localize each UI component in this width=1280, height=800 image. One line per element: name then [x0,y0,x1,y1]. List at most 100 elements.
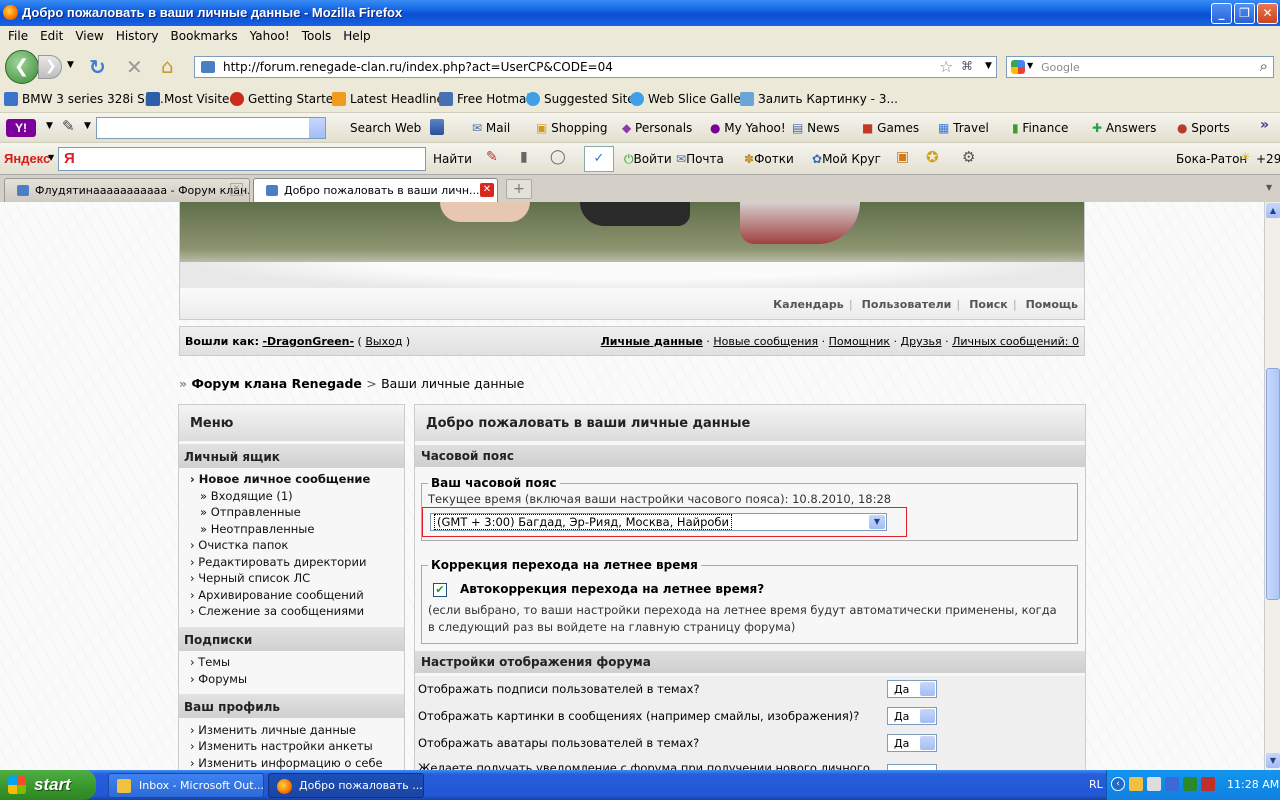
menu-clear-folders[interactable]: › Очистка папок [190,538,288,552]
close-button[interactable]: ✕ [1257,3,1278,24]
yandex-dropdown-icon[interactable]: ▼ [48,153,54,162]
yahoo-answers[interactable]: ✚ Answers [1092,121,1156,135]
yandex-login[interactable]: ⏻Войти [624,152,672,167]
yandex-logo[interactable]: Яндекс [4,151,50,166]
highlighter-icon[interactable]: ✎ [486,149,498,165]
chevron-down-icon[interactable] [920,682,935,696]
nav-help[interactable]: Помощь [1026,298,1078,311]
home-icon[interactable]: ⌂ [161,54,174,78]
bookmark-zalit-kartinku[interactable]: Залить Картинку - 3... [740,92,898,106]
link-assistant[interactable]: Помощник [829,335,890,348]
menu-help[interactable]: Help [343,29,370,43]
bookmark-latest-headlines[interactable]: Latest Headlines [332,92,450,106]
dst-checkbox[interactable]: ✔ [433,583,447,597]
scroll-thumb[interactable] [1266,368,1280,600]
chevron-right-icon[interactable]: » [1260,117,1269,133]
menu-edit-personal[interactable]: › Изменить личные данные [190,723,356,737]
tray-network-icon[interactable] [1147,777,1161,791]
yahoo-finance[interactable]: ▮ Finance [1012,121,1068,135]
username-link[interactable]: -DragonGreen- [262,335,354,348]
nav-calendar[interactable]: Календарь [773,298,844,311]
yahoo-logo-icon[interactable]: Y! [6,119,36,137]
language-indicator[interactable]: RL [1089,778,1103,791]
menu-view[interactable]: View [75,29,103,43]
chevron-down-icon[interactable]: ▼ [869,515,885,529]
history-dropdown-icon[interactable]: ▼ [67,60,74,70]
menu-blacklist[interactable]: › Черный список ЛС [190,571,310,585]
yahoo-news[interactable]: ▤ News [792,121,840,135]
wallet-icon[interactable]: ▣ [896,149,909,165]
yandex-find-button[interactable]: Найти [433,152,472,166]
link-new-posts[interactable]: Новые сообщения [713,335,818,348]
yahoo-mail[interactable]: ✉ Mail [472,121,510,135]
timezone-select[interactable]: (GMT + 3:00) Багдад, Эр-Рияд, Москва, На… [430,513,887,531]
reload-icon[interactable]: ↻ [89,55,106,79]
new-tab-button[interactable]: + [506,179,532,199]
bookmark-star-icon[interactable]: ☆ [939,57,953,76]
yahoo-sports[interactable]: ● Sports [1177,121,1230,135]
yandex-search-input[interactable]: Я [58,147,426,171]
yandex-circle[interactable]: ✿Мой Круг [812,152,881,166]
tab-fludyatina[interactable]: Флудятинааааааааааа - Форум клан... ✕ [4,178,250,202]
menu-yahoo[interactable]: Yahoo! [250,29,290,43]
yahoo-personals[interactable]: ◆ Personals [622,121,692,135]
select-signatures[interactable]: Да [887,680,937,698]
breadcrumb-home[interactable]: Форум клана Renegade [191,376,361,391]
shield-icon[interactable] [430,119,444,135]
bookmark-free-hotmail[interactable]: Free Hotmail [439,92,533,106]
link-personal-data[interactable]: Личные данные [601,335,703,348]
select-avatars[interactable]: Да [887,734,937,752]
start-button[interactable]: start [0,770,96,800]
yahoo-search-web-button[interactable]: Search Web [350,121,421,135]
menu-edit-profile-settings[interactable]: › Изменить настройки анкеты [190,739,373,753]
tab-lichnye-dannye[interactable]: Добро пожаловать в ваши личн... ✕ [253,178,498,202]
logout-link[interactable]: Выход [365,335,402,348]
scroll-up-icon[interactable]: ▲ [1266,203,1280,218]
link-private-messages[interactable]: Личных сообщений: 0 [952,335,1079,348]
nav-search[interactable]: Поиск [969,298,1007,311]
tray-arrow-icon[interactable]: ‹ [1111,777,1125,791]
settings-gear-icon[interactable]: ⚙ [962,148,975,166]
bookmark-getting-started[interactable]: Getting Started [230,92,341,106]
chevron-down-icon[interactable] [920,736,935,750]
url-bar[interactable]: http://forum.renegade-clan.ru/index.php?… [194,56,997,78]
tray-app-icon[interactable] [1201,777,1215,791]
select-images[interactable]: Да [887,707,937,725]
bookmark-suggested-sites[interactable]: Suggested Sites [526,92,641,106]
menu-sent[interactable]: » Отправленные [200,505,301,519]
maximize-button[interactable]: ❐ [1234,3,1255,24]
tab-close-icon[interactable]: ✕ [230,183,243,196]
tray-outlook-icon[interactable] [1129,777,1143,791]
google-icon[interactable] [1011,60,1025,74]
forward-button[interactable]: ❯ [38,55,62,79]
minimize-button[interactable]: _ [1211,3,1232,24]
url-dropdown-icon[interactable]: ▼ [985,61,992,71]
stats-icon[interactable]: ▮ [520,149,528,165]
search-box[interactable]: ▼ Google ⌕ [1006,56,1274,78]
tray-app-icon[interactable] [1165,777,1179,791]
yahoo-games[interactable]: ■ Games [862,121,919,135]
tab-close-icon[interactable]: ✕ [480,183,494,197]
spellcheck-icon[interactable]: ✓ [584,146,614,172]
clock[interactable]: 11:28 AM [1227,778,1279,791]
yahoo-search-dropdown-icon[interactable] [309,118,325,138]
menu-edit-about[interactable]: › Изменить информацию о себе [190,756,383,770]
tray-app-icon[interactable] [1183,777,1197,791]
scroll-down-icon[interactable]: ▼ [1266,753,1280,768]
star-icon[interactable]: ✪ [926,148,939,166]
bookmark-web-slice[interactable]: Web Slice Gallery [630,92,753,106]
pencil-icon[interactable]: ✎ [62,117,75,135]
search-engine-dropdown-icon[interactable]: ▼ [1027,61,1033,70]
yahoo-search-input[interactable] [96,117,326,139]
tab-list-icon[interactable]: ▼ [1266,183,1272,192]
menu-unsent[interactable]: » Неотправленные [200,522,314,536]
chevron-down-icon[interactable] [920,709,935,723]
bookmark-bmw[interactable]: BMW 3 series 328i Sp... [4,92,164,106]
nav-users[interactable]: Пользователи [862,298,952,311]
weather-city[interactable]: Бока-Ратон [1176,152,1247,166]
yahoo-my-yahoo[interactable]: ● My Yahoo! [710,121,786,135]
menu-bookmarks[interactable]: Bookmarks [171,29,238,43]
menu-inbox[interactable]: » Входящие (1) [200,489,293,503]
yandex-mail[interactable]: ✉Почта [676,152,724,166]
menu-edit-folders[interactable]: › Редактировать директории [190,555,366,569]
